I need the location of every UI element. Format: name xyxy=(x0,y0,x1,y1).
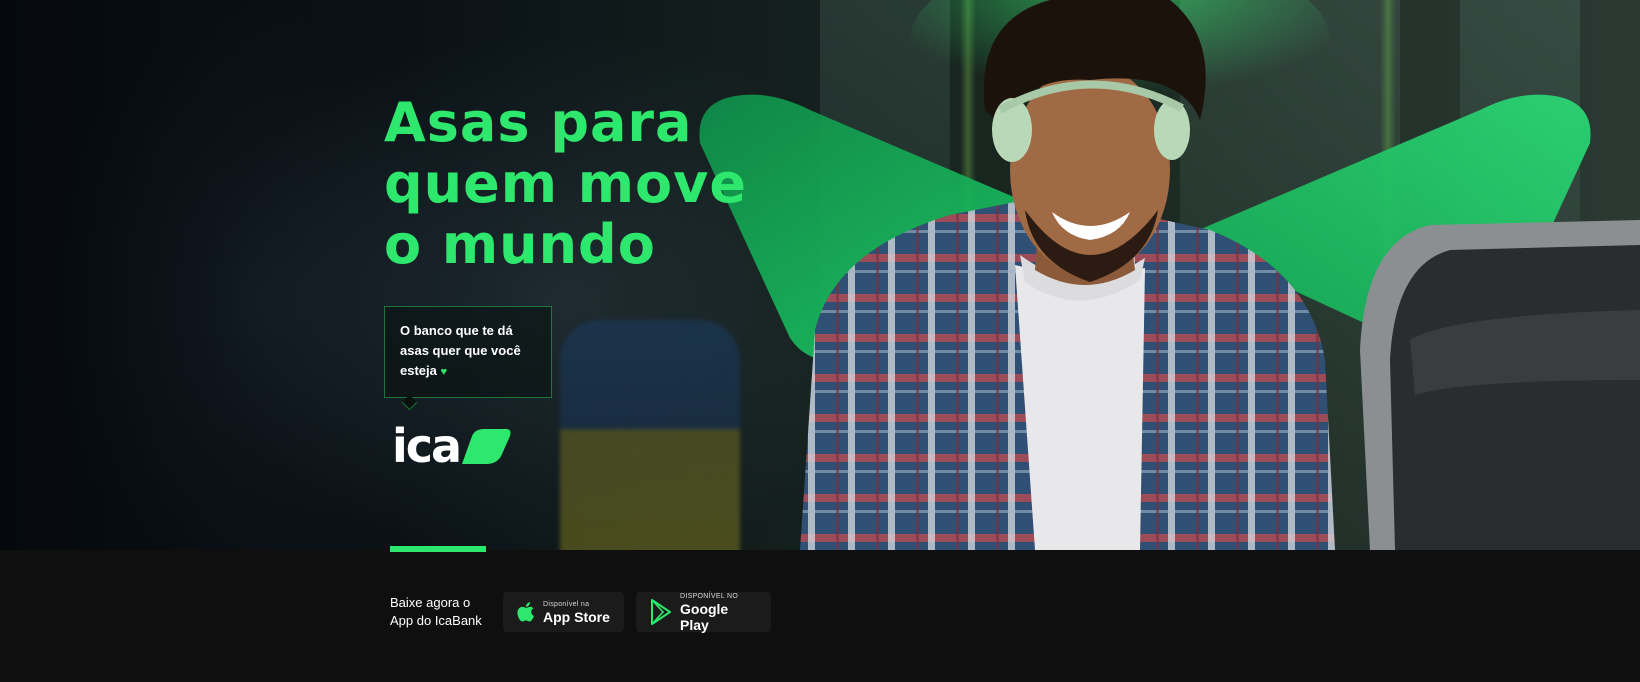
app-store-button[interactable]: Disponível na App Store xyxy=(503,592,624,632)
google-play-small-label: DISPONÍVEL NO xyxy=(680,592,739,600)
app-store-label: App Store xyxy=(543,608,610,625)
footer-accent-bar xyxy=(390,546,486,552)
tagline-speech-bubble: O banco que te dá asas quer que você est… xyxy=(384,306,552,398)
google-play-icon xyxy=(650,599,672,625)
download-app-text: Baixe agora o App do IcaBank xyxy=(390,595,482,628)
apple-icon xyxy=(517,602,535,622)
person-photo xyxy=(800,0,1335,550)
hero-headline: Asas para quem move o mundo xyxy=(384,91,747,276)
google-play-label: Google Play xyxy=(680,600,729,633)
logo-wordmark: ica xyxy=(392,419,462,473)
google-play-button[interactable]: DISPONÍVEL NO Google Play xyxy=(636,592,771,633)
bus-seat xyxy=(1360,220,1640,550)
hero-banner: Asas para quem move o mundo O banco que … xyxy=(0,0,1640,550)
heart-icon: ♥ xyxy=(440,366,448,378)
download-footer: Baixe agora o App do IcaBank Disponível … xyxy=(0,546,1640,682)
logo-wing-icon xyxy=(462,429,511,464)
tagline-text: O banco que te dá asas quer que você est… xyxy=(400,323,521,378)
app-store-small-label: Disponível na xyxy=(543,600,590,608)
ica-logo: ica xyxy=(392,419,512,473)
